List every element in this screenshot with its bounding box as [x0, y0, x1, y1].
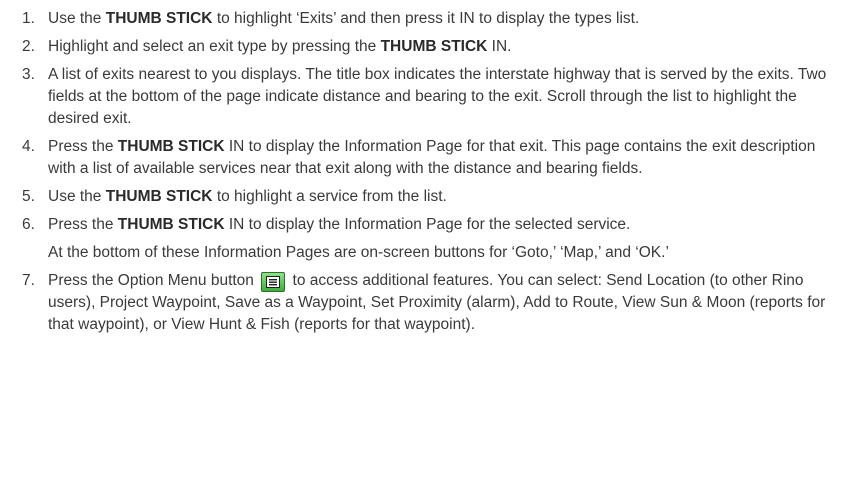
- step-number: 5.: [22, 188, 35, 205]
- step-text-part: Press the Option Menu button: [48, 272, 259, 289]
- step-text-part: to highlight a service from the list.: [212, 188, 447, 205]
- step-text: Press the Option Menu button to access a…: [48, 270, 833, 336]
- step-number: 4.: [22, 138, 35, 155]
- step-2: 2. Highlight and select an exit type by …: [22, 36, 833, 58]
- step-number: 2.: [22, 38, 35, 55]
- step-text-part: Use the: [48, 188, 106, 205]
- thumb-stick-label: THUMB STICK: [105, 10, 213, 27]
- step-number: 6.: [22, 216, 35, 233]
- thumb-stick-label: THUMB STICK: [380, 38, 488, 55]
- step-number: 7.: [22, 272, 35, 289]
- step-text-part: Use the: [48, 10, 106, 27]
- step-text-part: Press the: [48, 216, 118, 233]
- step-text: Use the THUMB STICK to highlight a servi…: [48, 186, 833, 208]
- step-5: 5. Use the THUMB STICK to highlight a se…: [22, 186, 833, 208]
- option-menu-glyph: [266, 276, 281, 288]
- step-text-part: IN to display the Information Page for t…: [224, 216, 631, 233]
- step-4: 4. Press the THUMB STICK IN to display t…: [22, 136, 833, 180]
- step-text: Press the THUMB STICK IN to display the …: [48, 136, 833, 180]
- step-text-part: Press the: [48, 138, 118, 155]
- thumb-stick-label: THUMB STICK: [117, 216, 225, 233]
- option-menu-icon: [261, 272, 286, 292]
- step-text: A list of exits nearest to you displays.…: [48, 66, 827, 127]
- step-number: 3.: [22, 66, 35, 83]
- step-6: 6. Press the THUMB STICK IN to display t…: [22, 214, 833, 264]
- step-text: Highlight and select an exit type by pre…: [48, 36, 833, 58]
- step-number: 1.: [22, 10, 35, 27]
- step-7: 7. Press the Option Menu button to acces…: [22, 270, 833, 336]
- step-text: Press the THUMB STICK IN to display the …: [48, 214, 833, 264]
- thumb-stick-label: THUMB STICK: [105, 188, 213, 205]
- step-text-part: to highlight ‘Exits’ and then press it I…: [212, 10, 640, 27]
- step-text: Use the THUMB STICK to highlight ‘Exits’…: [48, 8, 833, 30]
- step-text-part: Highlight and select an exit type by pre…: [48, 38, 381, 55]
- step-3: 3. A list of exits nearest to you displa…: [22, 64, 833, 130]
- instruction-list: 1. Use the THUMB STICK to highlight ‘Exi…: [0, 0, 845, 336]
- step-note: At the bottom of these Information Pages…: [48, 244, 669, 261]
- step-text-part: IN.: [487, 38, 512, 55]
- step-1: 1. Use the THUMB STICK to highlight ‘Exi…: [22, 8, 833, 30]
- thumb-stick-label: THUMB STICK: [117, 138, 225, 155]
